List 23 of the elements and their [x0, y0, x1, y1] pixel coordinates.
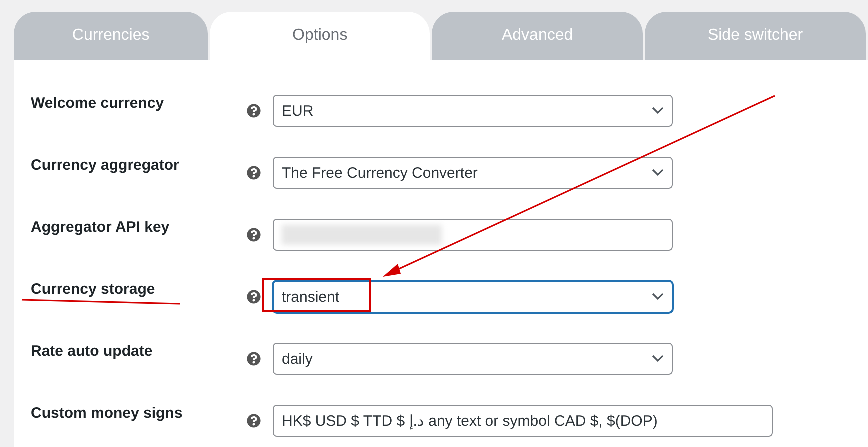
- chevron-down-icon: [652, 169, 664, 177]
- help-icon[interactable]: [247, 414, 261, 428]
- setting-label: Welcome currency: [30, 95, 166, 112]
- help-icon[interactable]: [247, 352, 261, 366]
- chevron-down-icon: [652, 107, 664, 115]
- select-field[interactable]: EUR: [273, 95, 673, 127]
- chevron-down-icon: [652, 293, 664, 301]
- select-field[interactable]: The Free Currency Converter: [273, 157, 673, 189]
- help-icon[interactable]: [247, 290, 261, 304]
- input-field[interactable]: [273, 219, 673, 251]
- setting-label: Rate auto update: [30, 343, 154, 360]
- help-icon[interactable]: [247, 166, 261, 180]
- setting-label: Custom money signs: [30, 405, 184, 422]
- setting-label: Currency storage: [30, 281, 156, 298]
- select-field[interactable]: transient: [273, 281, 673, 313]
- select-field[interactable]: daily: [273, 343, 673, 375]
- chevron-down-icon: [652, 355, 664, 363]
- setting-label: Currency aggregator: [30, 157, 180, 174]
- tab[interactable]: Options: [210, 12, 430, 60]
- help-icon[interactable]: [247, 104, 261, 118]
- input-field[interactable]: HK$ USD $ TTD $ د.إ any text or symbol CAD $, $(DOP): [273, 405, 773, 437]
- help-icon[interactable]: [247, 228, 261, 242]
- setting-label: Aggregator API key: [30, 219, 171, 236]
